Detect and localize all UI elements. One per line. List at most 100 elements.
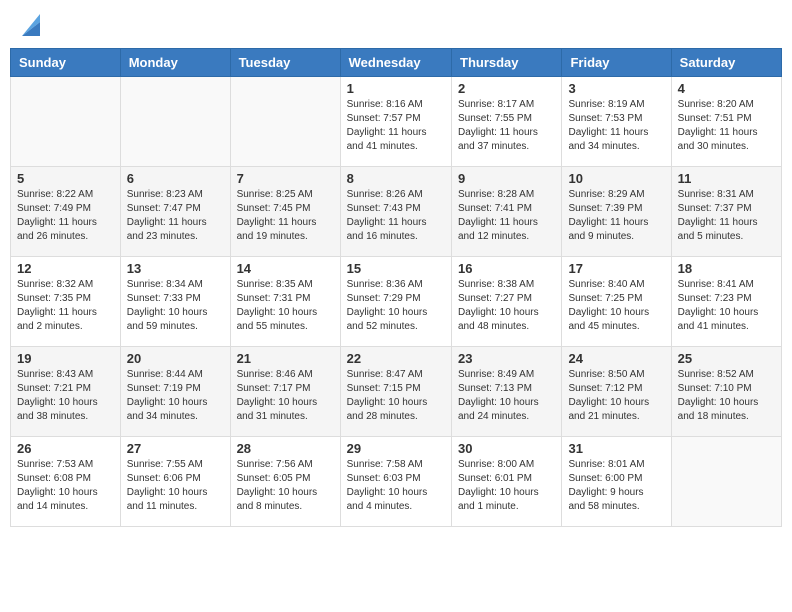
day-info: Sunrise: 8:31 AM Sunset: 7:37 PM Dayligh… [678,188,775,244]
calendar-cell: 18 Sunrise: 8:41 AM Sunset: 7:23 PM Dayli… [671,257,781,347]
calendar-cell: 25Sunrise: 8:52 AM Sunset: 7:10 PM Dayli… [671,347,781,437]
day-number: 30 [458,441,555,456]
day-header-monday: Monday [120,49,230,77]
day-info: Sunrise: 8:25 AM Sunset: 7:45 PM Dayligh… [237,188,334,244]
calendar-cell: 7Sunrise: 8:25 AM Sunset: 7:45 PM Daylig… [230,167,340,257]
day-number: 26 [17,441,114,456]
day-number: 2 [458,81,555,96]
day-number: 18 [678,261,775,276]
calendar-cell [120,77,230,167]
day-header-saturday: Saturday [671,49,781,77]
day-header-thursday: Thursday [452,49,562,77]
calendar-cell: 6 Sunrise: 8:23 AM Sunset: 7:47 PM Daylig… [120,167,230,257]
day-info: Sunrise: 8:00 AM Sunset: 6:01 PM Dayligh… [458,458,555,514]
day-number: 5 [17,171,114,186]
calendar-week-row: 5 Sunrise: 8:22 AM Sunset: 7:49 PM Daylig… [11,167,782,257]
day-info: Sunrise: 7:56 AM Sunset: 6:05 PM Dayligh… [237,458,334,514]
day-number: 3 [568,81,664,96]
day-number: 20 [127,351,224,366]
calendar-cell: 2 Sunrise: 8:17 AM Sunset: 7:55 PM Daylig… [452,77,562,167]
day-info: Sunrise: 8:36 AM Sunset: 7:29 PM Dayligh… [347,278,445,334]
calendar-cell: 20 Sunrise: 8:44 AM Sunset: 7:19 PM Dayli… [120,347,230,437]
day-number: 12 [17,261,114,276]
day-number: 16 [458,261,555,276]
day-info: Sunrise: 8:26 AM Sunset: 7:43 PM Dayligh… [347,188,445,244]
calendar-cell: 19 Sunrise: 8:43 AM Sunset: 7:21 PM Dayli… [11,347,121,437]
day-info: Sunrise: 8:43 AM Sunset: 7:21 PM Dayligh… [17,368,114,424]
calendar-cell: 10 Sunrise: 8:29 AM Sunset: 7:39 PM Dayli… [562,167,671,257]
calendar-cell: 17Sunrise: 8:40 AM Sunset: 7:25 PM Dayli… [562,257,671,347]
calendar-cell: 16 Sunrise: 8:38 AM Sunset: 7:27 PM Dayli… [452,257,562,347]
day-info: Sunrise: 8:23 AM Sunset: 7:47 PM Dayligh… [127,188,224,244]
day-info: Sunrise: 7:58 AM Sunset: 6:03 PM Dayligh… [347,458,445,514]
day-header-sunday: Sunday [11,49,121,77]
calendar-cell: 22 Sunrise: 8:47 AM Sunset: 7:15 PM Dayli… [340,347,451,437]
day-info: Sunrise: 8:49 AM Sunset: 7:13 PM Dayligh… [458,368,555,424]
day-info: Sunrise: 8:17 AM Sunset: 7:55 PM Dayligh… [458,98,555,154]
day-number: 6 [127,171,224,186]
calendar-cell: 23 Sunrise: 8:49 AM Sunset: 7:13 PM Dayli… [452,347,562,437]
day-info: Sunrise: 8:19 AM Sunset: 7:53 PM Dayligh… [568,98,664,154]
day-number: 23 [458,351,555,366]
calendar-header-row: SundayMondayTuesdayWednesdayThursdayFrid… [11,49,782,77]
day-header-tuesday: Tuesday [230,49,340,77]
calendar-cell [11,77,121,167]
day-number: 15 [347,261,445,276]
calendar-cell: 5 Sunrise: 8:22 AM Sunset: 7:49 PM Daylig… [11,167,121,257]
calendar-week-row: 26 Sunrise: 7:53 AM Sunset: 6:08 PM Dayli… [11,437,782,527]
day-info: Sunrise: 8:20 AM Sunset: 7:51 PM Dayligh… [678,98,775,154]
calendar-week-row: 19 Sunrise: 8:43 AM Sunset: 7:21 PM Dayli… [11,347,782,437]
day-info: Sunrise: 8:46 AM Sunset: 7:17 PM Dayligh… [237,368,334,424]
day-info: Sunrise: 7:55 AM Sunset: 6:06 PM Dayligh… [127,458,224,514]
logo-icon [22,14,40,36]
calendar-cell: 1 Sunrise: 8:16 AM Sunset: 7:57 PM Daylig… [340,77,451,167]
calendar-cell: 29 Sunrise: 7:58 AM Sunset: 6:03 PM Dayli… [340,437,451,527]
calendar-cell: 21 Sunrise: 8:46 AM Sunset: 7:17 PM Dayli… [230,347,340,437]
calendar-cell: 26 Sunrise: 7:53 AM Sunset: 6:08 PM Dayli… [11,437,121,527]
day-info: Sunrise: 8:47 AM Sunset: 7:15 PM Dayligh… [347,368,445,424]
day-info: Sunrise: 8:29 AM Sunset: 7:39 PM Dayligh… [568,188,664,244]
calendar-week-row: 1 Sunrise: 8:16 AM Sunset: 7:57 PM Daylig… [11,77,782,167]
day-number: 22 [347,351,445,366]
day-number: 27 [127,441,224,456]
day-info: Sunrise: 7:53 AM Sunset: 6:08 PM Dayligh… [17,458,114,514]
calendar-cell: 15 Sunrise: 8:36 AM Sunset: 7:29 PM Dayli… [340,257,451,347]
calendar-cell: 11 Sunrise: 8:31 AM Sunset: 7:37 PM Dayli… [671,167,781,257]
day-number: 17 [568,261,664,276]
day-number: 4 [678,81,775,96]
day-number: 8 [347,171,445,186]
calendar-cell: 12 Sunrise: 8:32 AM Sunset: 7:35 PM Dayli… [11,257,121,347]
calendar-cell: 3 Sunrise: 8:19 AM Sunset: 7:53 PM Daylig… [562,77,671,167]
calendar-cell: 24Sunrise: 8:50 AM Sunset: 7:12 PM Dayli… [562,347,671,437]
page-header [10,10,782,40]
day-number: 11 [678,171,775,186]
calendar-cell: 31Sunrise: 8:01 AM Sunset: 6:00 PM Dayli… [562,437,671,527]
calendar-cell: 14Sunrise: 8:35 AM Sunset: 7:31 PM Dayli… [230,257,340,347]
day-number: 1 [347,81,445,96]
day-number: 21 [237,351,334,366]
day-info: Sunrise: 8:41 AM Sunset: 7:23 PM Dayligh… [678,278,775,334]
day-number: 19 [17,351,114,366]
day-info: Sunrise: 8:22 AM Sunset: 7:49 PM Dayligh… [17,188,114,244]
day-number: 13 [127,261,224,276]
day-info: Sunrise: 8:01 AM Sunset: 6:00 PM Dayligh… [568,458,664,514]
calendar-cell [671,437,781,527]
calendar-cell: 30 Sunrise: 8:00 AM Sunset: 6:01 PM Dayli… [452,437,562,527]
calendar-cell: 8 Sunrise: 8:26 AM Sunset: 7:43 PM Daylig… [340,167,451,257]
day-info: Sunrise: 8:44 AM Sunset: 7:19 PM Dayligh… [127,368,224,424]
day-header-wednesday: Wednesday [340,49,451,77]
day-info: Sunrise: 8:32 AM Sunset: 7:35 PM Dayligh… [17,278,114,334]
day-number: 10 [568,171,664,186]
calendar-table: SundayMondayTuesdayWednesdayThursdayFrid… [10,48,782,527]
day-header-friday: Friday [562,49,671,77]
day-info: Sunrise: 8:34 AM Sunset: 7:33 PM Dayligh… [127,278,224,334]
day-number: 9 [458,171,555,186]
day-number: 29 [347,441,445,456]
day-info: Sunrise: 8:38 AM Sunset: 7:27 PM Dayligh… [458,278,555,334]
calendar-cell: 9 Sunrise: 8:28 AM Sunset: 7:41 PM Daylig… [452,167,562,257]
day-info: Sunrise: 8:16 AM Sunset: 7:57 PM Dayligh… [347,98,445,154]
day-info: Sunrise: 8:52 AM Sunset: 7:10 PM Dayligh… [678,368,775,424]
day-number: 24 [568,351,664,366]
day-info: Sunrise: 8:28 AM Sunset: 7:41 PM Dayligh… [458,188,555,244]
calendar-cell: 4 Sunrise: 8:20 AM Sunset: 7:51 PM Daylig… [671,77,781,167]
